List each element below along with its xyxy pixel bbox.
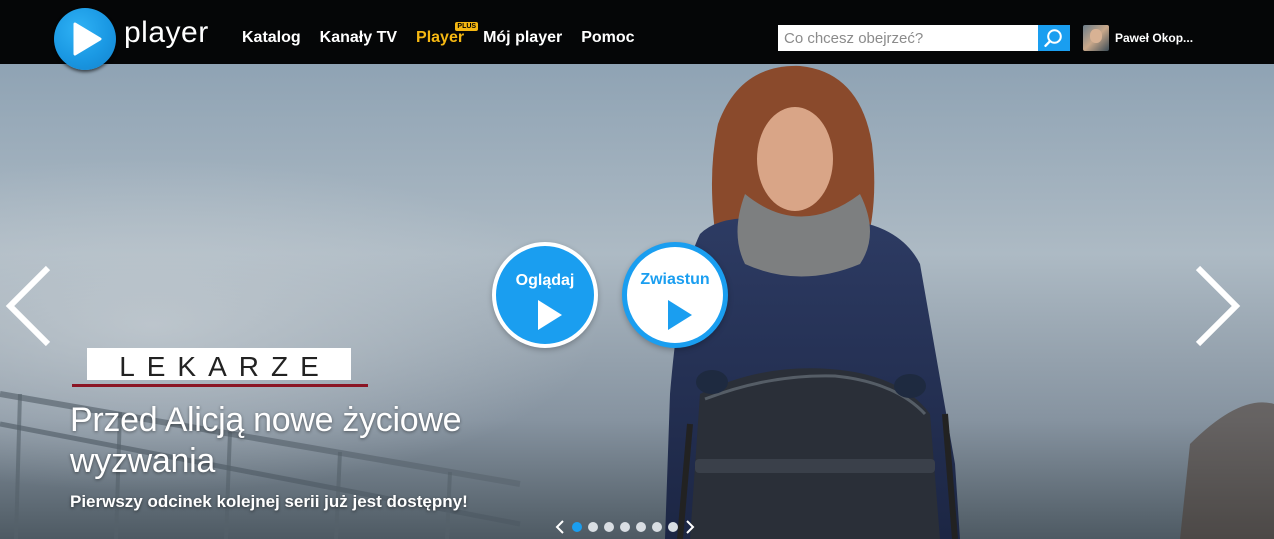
hero-carousel: Oglądaj Zwiastun LEKARZE Przed Alicją no… (0, 64, 1274, 539)
pager-dot[interactable] (652, 522, 662, 532)
hero-next-arrow[interactable] (1192, 264, 1242, 348)
pager-dots (569, 522, 681, 532)
hero-title: Przed Alicją nowe życiowe wyzwania (70, 401, 462, 480)
watch-label: Oglądaj (515, 272, 575, 289)
plus-badge: PLUS (455, 22, 479, 31)
pager-dot[interactable] (620, 522, 630, 532)
show-logo-underline (72, 384, 368, 387)
top-navigation-bar: player Katalog Kanały TV Player PLUS Mój… (0, 0, 1274, 70)
chevron-left-icon (5, 265, 51, 347)
chevron-right-icon[interactable] (685, 519, 695, 535)
nav-item-pomoc[interactable]: Pomoc (581, 29, 634, 47)
nav-item-player-plus[interactable]: Player PLUS (416, 22, 479, 47)
search-button[interactable] (1038, 25, 1070, 51)
nav-item-moj-player[interactable]: Mój player (483, 29, 562, 47)
main-nav: Katalog Kanały TV Player PLUS Mój player… (242, 22, 654, 47)
trailer-label: Zwiastun (640, 271, 710, 288)
player-logo[interactable]: player (54, 6, 214, 70)
hero-prev-arrow[interactable] (4, 264, 54, 348)
search-icon (1044, 29, 1062, 47)
avatar (1083, 25, 1109, 51)
chevron-left-icon[interactable] (555, 519, 565, 535)
trailer-button[interactable]: Zwiastun (622, 242, 728, 348)
carousel-pager (555, 519, 695, 535)
logo-text: player (124, 16, 209, 49)
watch-button[interactable]: Oglądaj (492, 242, 598, 348)
user-menu[interactable]: Paweł Okop... (1083, 25, 1193, 51)
chevron-right-icon (1195, 265, 1241, 347)
hero-subtitle: Pierwszy odcinek kolejnej serii już jest… (70, 492, 468, 511)
show-logo-text: LEKARZE (119, 351, 331, 382)
nav-item-katalog[interactable]: Katalog (242, 29, 301, 47)
pager-dot[interactable] (588, 522, 598, 532)
nav-item-kanaly-tv[interactable]: Kanały TV (320, 29, 397, 47)
search-input[interactable] (778, 25, 1038, 51)
pager-dot[interactable] (636, 522, 646, 532)
play-icon (668, 300, 692, 330)
pager-dot[interactable] (668, 522, 678, 532)
pager-dot[interactable] (572, 522, 582, 532)
nav-item-player-label: Player (416, 29, 465, 46)
search-box (778, 25, 1070, 51)
pager-dot[interactable] (604, 522, 614, 532)
user-name: Paweł Okop... (1115, 31, 1194, 45)
play-logo-icon (54, 8, 116, 70)
show-logo: LEKARZE (72, 348, 368, 388)
play-icon (538, 300, 562, 330)
